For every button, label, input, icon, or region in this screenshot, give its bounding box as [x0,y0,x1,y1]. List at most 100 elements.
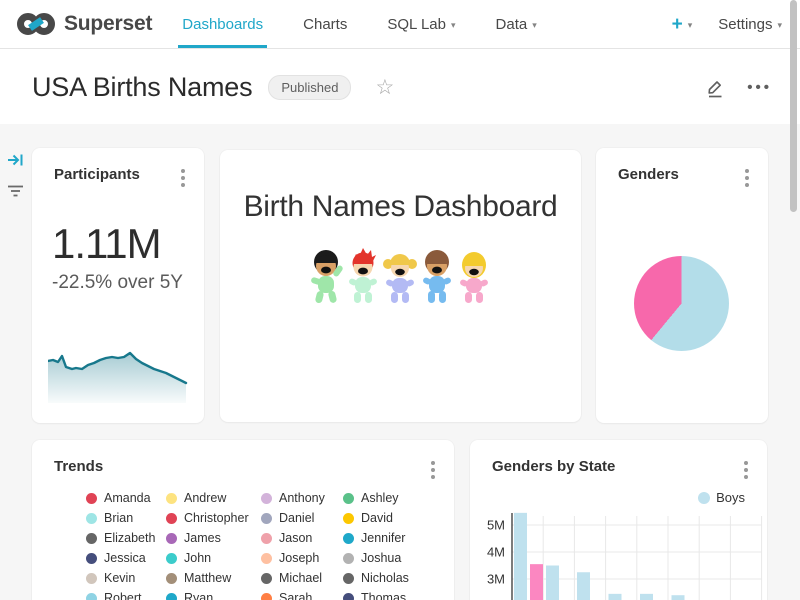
edit-pencil-icon[interactable] [705,77,725,98]
legend-item-jason[interactable]: Jason [261,528,343,548]
legend-dot [261,513,272,524]
chevron-down-icon: ▾ [451,20,456,31]
legend-item-james[interactable]: James [166,528,261,548]
legend-item-john[interactable]: John [166,548,261,568]
legend-dot [166,593,177,600]
filter-icon[interactable] [7,184,24,198]
children-illustration [308,248,493,310]
brand-name: Superset [64,12,152,36]
settings-menu[interactable]: Settings ▾ [718,16,782,33]
superset-logo[interactable]: Superset [16,0,152,48]
big-number: 1.11M [52,220,204,268]
genders-pie-chart [634,256,729,351]
y-axis-tick: 3M [487,572,505,587]
legend-item-kevin[interactable]: Kevin [86,568,166,588]
favorite-star-icon[interactable]: ☆ [375,77,394,98]
nav-item-charts[interactable]: Charts [299,0,351,48]
card-title: Genders [618,166,679,183]
chevron-down-icon: ▾ [532,20,537,31]
legend-item-daniel[interactable]: Daniel [261,508,343,528]
big-number-subheader: -22.5% over 5Y [52,272,204,294]
legend-dot [261,573,272,584]
nav-item-dashboards[interactable]: Dashboards [178,0,267,48]
infinity-logo-icon [16,12,56,36]
legend-dot [343,493,354,504]
bar [530,564,543,600]
legend-dot [343,553,354,564]
dashboard-header: USA Births Names Published ☆ ••• [0,50,800,124]
legend-item-thomas[interactable]: Thomas [343,588,444,600]
legend-item-brian[interactable]: Brian [86,508,166,528]
legend-dot [86,593,97,600]
chevron-down-icon: ▾ [688,20,693,31]
legend-dot [86,533,97,544]
genders-by-state-bar-chart: 5M4M3M [470,510,767,600]
legend-dot [166,493,177,504]
legend-item-robert[interactable]: Robert [86,588,166,600]
legend-dot [166,533,177,544]
legend-item-matthew[interactable]: Matthew [166,568,261,588]
legend-item-boys[interactable]: Boys [698,490,745,505]
dashboard-canvas: Participants 1.11M -22.5% over 5Y Birth … [0,124,800,600]
legend-item-nicholas[interactable]: Nicholas [343,568,444,588]
legend-dot [166,513,177,524]
legend-dot [343,573,354,584]
genders-by-state-card: Genders by State Boys 5M4M3M [470,440,767,600]
legend-item-elizabeth[interactable]: Elizabeth [86,528,166,548]
page-title: USA Births Names [32,72,252,103]
legend-dot [86,553,97,564]
kebab-menu-icon[interactable] [176,166,190,190]
legend-dot [343,533,354,544]
legend-dot [86,573,97,584]
participants-card: Participants 1.11M -22.5% over 5Y [32,148,204,423]
legend-dot [343,513,354,524]
scrollbar-thumb[interactable] [790,0,797,212]
bar [640,594,653,600]
legend-item-ryan[interactable]: Ryan [166,588,261,600]
markdown-card: Birth Names Dashboard [220,150,581,422]
header-actions: ••• [705,77,772,98]
legend-item-andrew[interactable]: Andrew [166,488,261,508]
legend-item-joshua[interactable]: Joshua [343,548,444,568]
legend-item-christopher[interactable]: Christopher [166,508,261,528]
bar [577,572,590,600]
navbar-right: + ▾ Settings ▾ [672,0,782,48]
card-title: Trends [54,458,103,475]
legend-item-sarah[interactable]: Sarah [261,588,343,600]
more-actions-icon[interactable]: ••• [747,79,772,96]
legend-dot [698,492,710,504]
legend-item-anthony[interactable]: Anthony [261,488,343,508]
legend-item-amanda[interactable]: Amanda [86,488,166,508]
legend-dot [166,553,177,564]
bar [546,566,559,600]
kebab-menu-icon[interactable] [739,458,753,482]
filter-bar [7,152,24,198]
legend-dot [261,493,272,504]
expand-filter-bar-icon[interactable] [7,152,24,168]
participants-sparkline-chart [48,343,188,403]
legend-item-ashley[interactable]: Ashley [343,488,444,508]
navbar: Superset Dashboards Charts SQL Lab ▾ Dat… [0,0,800,49]
legend-dot [86,493,97,504]
legend-item-joseph[interactable]: Joseph [261,548,343,568]
legend-item-david[interactable]: David [343,508,444,528]
genders-card: Genders [596,148,768,423]
new-item-button[interactable]: + ▾ [672,15,693,34]
kebab-menu-icon[interactable] [740,166,754,190]
bar [672,595,685,600]
trends-card: Trends AmandaAndrewAnthonyAshley BrianChr… [32,440,454,600]
nav-item-sql-lab[interactable]: SQL Lab ▾ [383,0,459,48]
nav-item-data[interactable]: Data ▾ [492,0,541,48]
kebab-menu-icon[interactable] [426,458,440,482]
legend-item-jennifer[interactable]: Jennifer [343,528,444,548]
trends-legend: AmandaAndrewAnthonyAshley BrianChristophe… [86,488,444,600]
legend-dot [343,593,354,600]
y-axis-tick: 5M [487,518,505,533]
card-title: Genders by State [492,458,615,475]
legend-item-michael[interactable]: Michael [261,568,343,588]
legend-item-jessica[interactable]: Jessica [86,548,166,568]
status-badge: Published [268,75,351,100]
chevron-down-icon: ▾ [777,20,782,31]
legend-dot [261,553,272,564]
main-nav: Dashboards Charts SQL Lab ▾ Data ▾ [178,0,572,48]
